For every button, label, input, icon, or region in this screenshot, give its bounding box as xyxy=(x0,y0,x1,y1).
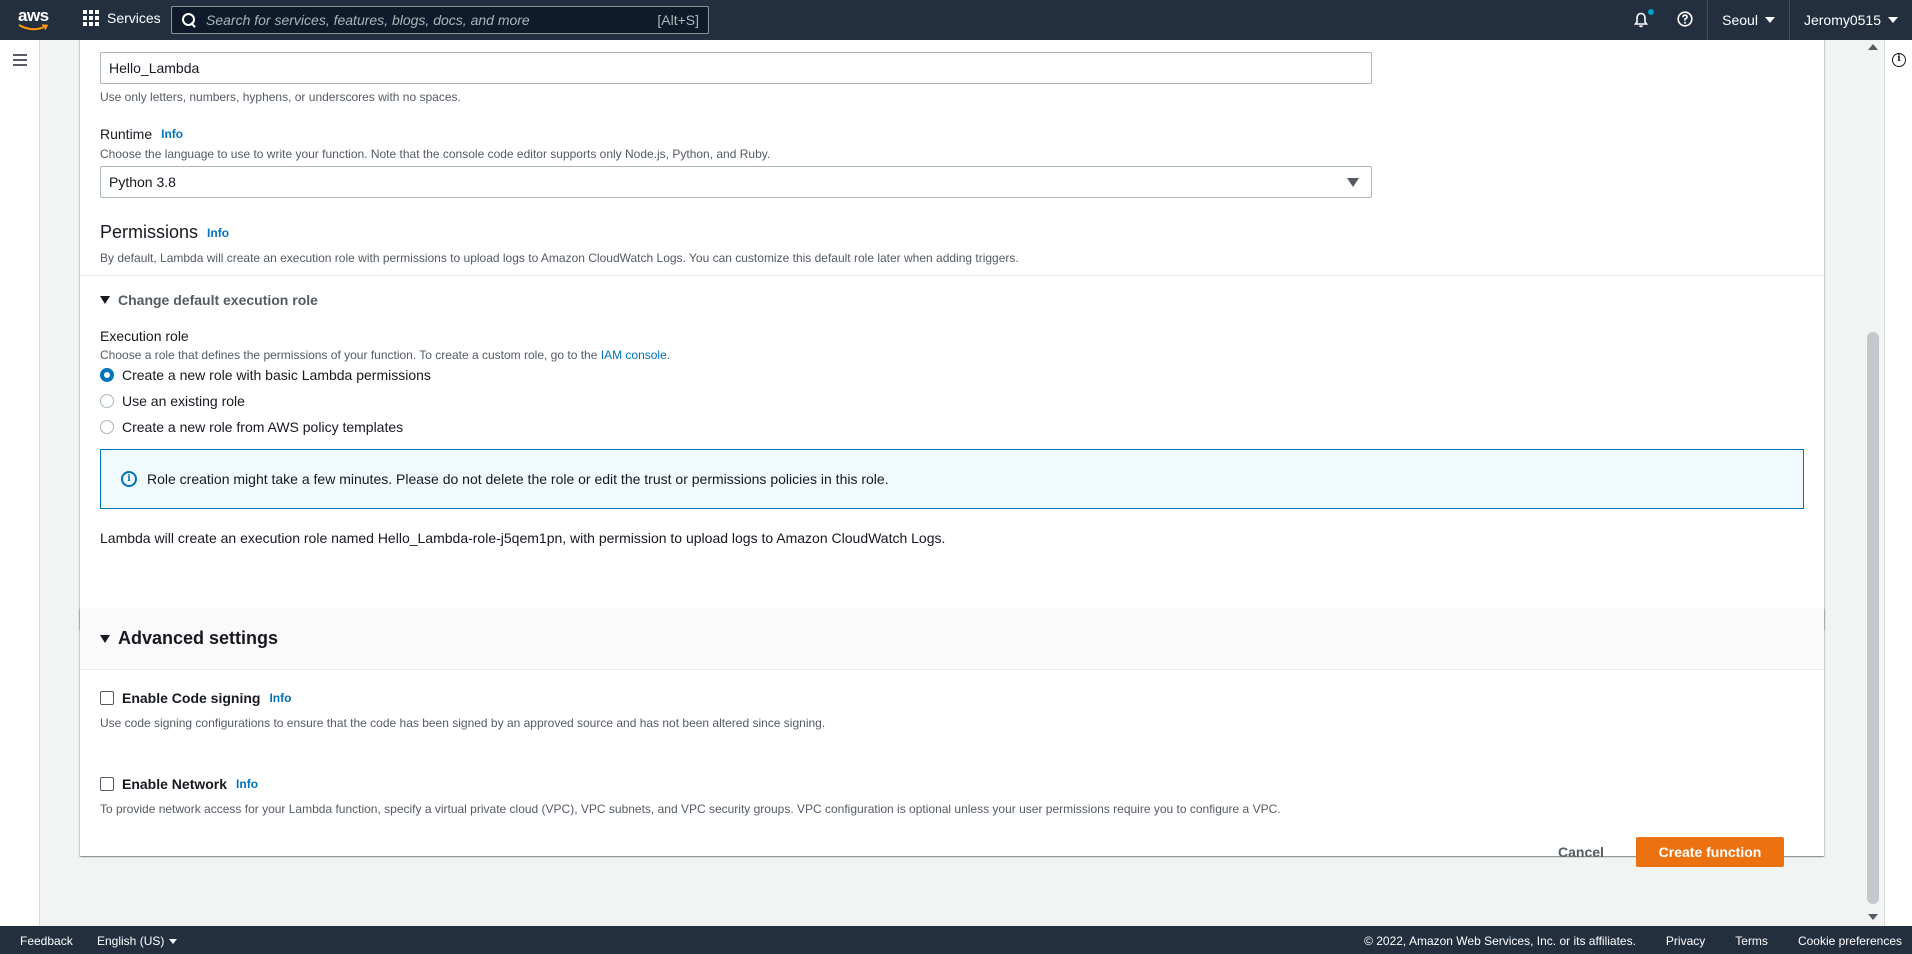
code-signing-option[interactable]: Enable Code signing Info xyxy=(100,690,291,706)
cookie-preferences-link[interactable]: Cookie preferences xyxy=(1798,934,1902,948)
runtime-desc: Choose the language to use to write your… xyxy=(100,147,771,161)
network-option[interactable]: Enable Network Info xyxy=(100,776,258,792)
runtime-value: Python 3.8 xyxy=(109,174,176,190)
role-option-new-basic[interactable]: Create a new role with basic Lambda perm… xyxy=(100,367,431,383)
info-icon: i xyxy=(121,471,137,487)
create-function-button[interactable]: Create function xyxy=(1636,837,1784,867)
caret-down-icon xyxy=(100,634,110,643)
permissions-desc: By default, Lambda will create an execut… xyxy=(100,251,1019,265)
services-menu-button[interactable]: Services xyxy=(83,10,161,26)
divider xyxy=(80,275,1824,276)
role-option-existing[interactable]: Use an existing role xyxy=(100,393,245,409)
help-button[interactable] xyxy=(1663,0,1707,40)
runtime-label: Runtime xyxy=(100,126,153,142)
alert-text: Role creation might take a few minutes. … xyxy=(147,471,889,487)
execution-role-desc-end: . xyxy=(666,348,671,362)
advanced-settings-card: Advanced settings Enable Code signing In… xyxy=(80,608,1824,856)
change-role-expander[interactable]: Change default execution role xyxy=(100,292,318,308)
info-panel-icon[interactable]: i xyxy=(1892,53,1906,67)
cancel-button[interactable]: Cancel xyxy=(1546,837,1616,867)
caret-down-icon xyxy=(1764,17,1775,23)
notification-dot xyxy=(1648,9,1655,15)
scrollbar[interactable] xyxy=(1862,40,1884,926)
caret-down-icon xyxy=(1347,178,1359,187)
runtime-label-row: Runtime Info xyxy=(100,126,183,142)
role-option-label: Create a new role with basic Lambda perm… xyxy=(122,367,431,383)
runtime-info-link[interactable]: Info xyxy=(161,127,183,141)
region-label: Seoul xyxy=(1722,12,1758,28)
top-navigation: aws Services [Alt+S] Seoul Jeromy xyxy=(0,0,1912,40)
left-side-panel xyxy=(0,40,40,926)
aws-smile-icon xyxy=(18,24,48,31)
aws-logo[interactable]: aws xyxy=(18,7,52,33)
menu-icon[interactable] xyxy=(13,54,27,66)
footer: Feedback English (US) © 2022, Amazon Web… xyxy=(0,926,1912,954)
function-name-value: Hello_Lambda xyxy=(109,60,200,76)
search-shortcut-hint: [Alt+S] xyxy=(657,12,699,28)
code-signing-desc: Use code signing configurations to ensur… xyxy=(100,716,826,730)
advanced-settings-title: Advanced settings xyxy=(118,628,279,648)
network-checkbox[interactable] xyxy=(100,777,114,791)
search-icon xyxy=(181,12,197,28)
language-label: English (US) xyxy=(97,934,165,948)
caret-down-icon xyxy=(100,296,110,304)
change-role-label: Change default execution role xyxy=(118,292,318,308)
search-bar[interactable]: [Alt+S] xyxy=(171,6,709,34)
scroll-down-icon[interactable] xyxy=(1868,914,1878,920)
function-name-hint: Use only letters, numbers, hyphens, or u… xyxy=(100,90,461,104)
radio-unchecked[interactable] xyxy=(100,394,114,408)
region-selector[interactable]: Seoul xyxy=(1707,0,1789,40)
permissions-header: Permissions Info xyxy=(100,222,229,243)
radio-checked[interactable] xyxy=(100,368,114,382)
account-label: Jeromy0515 xyxy=(1803,12,1881,28)
right-side-panel: i xyxy=(1884,40,1912,926)
network-info-link[interactable]: Info xyxy=(236,777,258,791)
services-label: Services xyxy=(107,10,161,26)
advanced-settings-expander[interactable]: Advanced settings xyxy=(80,608,1824,670)
iam-console-link[interactable]: IAM console xyxy=(601,348,667,362)
search-input[interactable] xyxy=(206,12,658,28)
role-option-label: Create a new role from AWS policy templa… xyxy=(122,419,404,435)
privacy-link[interactable]: Privacy xyxy=(1666,934,1705,948)
language-selector[interactable]: English (US) xyxy=(97,934,178,948)
help-icon xyxy=(1677,10,1693,30)
permissions-title: Permissions xyxy=(100,222,199,242)
code-signing-info-link[interactable]: Info xyxy=(269,691,291,705)
info-alert: i Role creation might take a few minutes… xyxy=(100,449,1804,509)
grid-icon xyxy=(83,10,99,26)
account-menu[interactable]: Jeromy0515 xyxy=(1788,0,1912,40)
feedback-link[interactable]: Feedback xyxy=(20,934,73,948)
caret-down-icon xyxy=(1888,17,1898,23)
code-signing-label: Enable Code signing xyxy=(122,690,261,706)
bell-icon xyxy=(1633,9,1655,28)
network-desc: To provide network access for your Lambd… xyxy=(100,802,1281,816)
scroll-up-icon[interactable] xyxy=(1868,44,1878,50)
radio-unchecked[interactable] xyxy=(100,420,114,434)
aws-logo-text: aws xyxy=(18,6,49,25)
terms-link[interactable]: Terms xyxy=(1735,934,1768,948)
scroll-thumb[interactable] xyxy=(1867,332,1879,904)
execution-role-desc: Choose a role that defines the permissio… xyxy=(100,348,670,362)
code-signing-checkbox[interactable] xyxy=(100,691,114,705)
role-option-templates[interactable]: Create a new role from AWS policy templa… xyxy=(100,419,403,435)
function-name-input[interactable]: Hello_Lambda xyxy=(100,52,1372,84)
main-content: Hello_Lambda Use only letters, numbers, … xyxy=(40,40,1862,926)
network-label: Enable Network xyxy=(122,776,228,792)
runtime-select[interactable]: Python 3.8 xyxy=(100,166,1372,198)
copyright-text: © 2022, Amazon Web Services, Inc. or its… xyxy=(1364,934,1636,948)
role-summary: Lambda will create an execution role nam… xyxy=(100,530,946,546)
basic-information-card: Hello_Lambda Use only letters, numbers, … xyxy=(80,40,1824,629)
caret-down-icon xyxy=(169,938,178,944)
role-option-label: Use an existing role xyxy=(122,393,245,409)
execution-role-label: Execution role xyxy=(100,328,189,344)
notifications-button[interactable] xyxy=(1619,0,1663,40)
permissions-info-link[interactable]: Info xyxy=(207,226,229,240)
execution-role-desc-text: Choose a role that defines the permissio… xyxy=(100,348,598,362)
